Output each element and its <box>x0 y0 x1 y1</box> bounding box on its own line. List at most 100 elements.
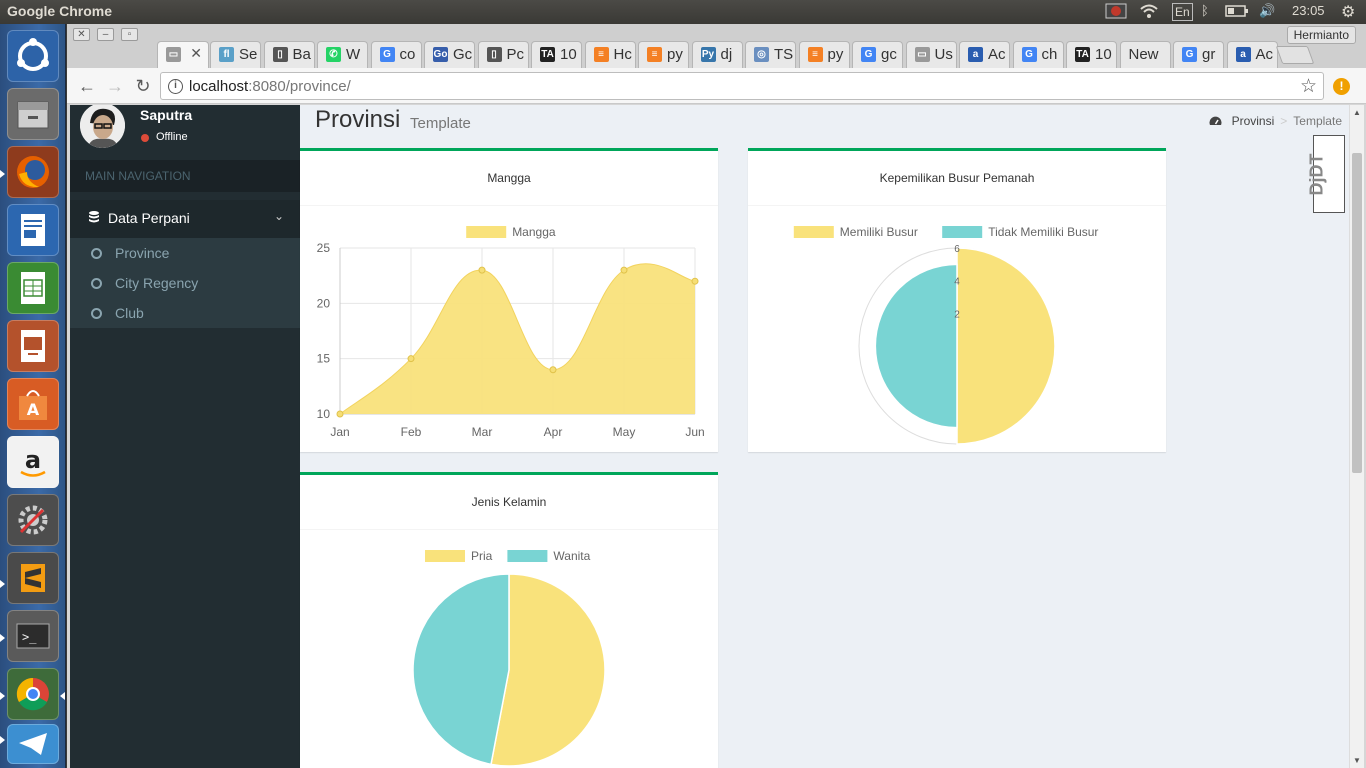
new-tab-button[interactable] <box>1275 46 1315 64</box>
browser-tab[interactable]: a Ac <box>1226 41 1278 68</box>
data-point <box>549 366 557 374</box>
browser-tab[interactable]: fl Se <box>210 41 261 68</box>
database-icon <box>88 210 100 227</box>
wifi-icon[interactable] <box>1140 3 1158 21</box>
bookmark-star-icon[interactable]: ☆ <box>1300 75 1317 98</box>
warning-icon[interactable]: ! <box>1333 78 1350 95</box>
chrome-icon[interactable] <box>7 668 59 720</box>
calc-icon[interactable] <box>7 262 59 314</box>
software-center-icon[interactable]: A <box>7 378 59 430</box>
scroll-up-icon[interactable]: ▲ <box>1353 108 1361 117</box>
legend-swatch <box>466 226 507 238</box>
ubuntu-dash-icon[interactable] <box>7 30 59 82</box>
close-window-icon[interactable]: ✕ <box>73 28 90 41</box>
browser-tab[interactable]: ▯ Ba <box>263 41 315 68</box>
a-icon: a <box>1235 47 1251 62</box>
tab-label: W <box>346 46 361 63</box>
impress-icon[interactable] <box>7 320 59 372</box>
address-bar[interactable]: i localhost:8080/province/ ☆ <box>160 72 1324 100</box>
minimize-window-icon[interactable]: – <box>97 28 114 41</box>
scroll-down-icon[interactable]: ▼ <box>1353 756 1361 765</box>
clock[interactable]: 23:05 <box>1292 3 1325 21</box>
maximize-window-icon[interactable]: ▫ <box>121 28 138 41</box>
tab-label: ch <box>1041 46 1058 63</box>
chevron-down-icon: ⌄ <box>273 209 284 223</box>
chart-box-jenis-kelamin: Jenis Kelamin Pria Wanita <box>300 472 718 768</box>
google-icon: G <box>379 47 395 62</box>
reload-icon[interactable]: ↻ <box>133 76 153 96</box>
tab-label: Hc <box>613 46 632 63</box>
whatsapp-icon: ✆ <box>326 47 341 62</box>
url-text[interactable]: localhost:8080/province/ <box>189 78 351 95</box>
browser-tab[interactable]: Ggc <box>852 41 903 68</box>
volume-icon[interactable]: 🔊 <box>1259 3 1275 21</box>
submenu-item-club[interactable]: Club <box>70 298 300 328</box>
keyboard-layout[interactable]: En <box>1172 3 1193 21</box>
files-icon[interactable] <box>7 88 59 140</box>
running-indicator-icon <box>0 736 5 744</box>
browser-tab[interactable]: TA 10 <box>531 41 582 68</box>
google-icon: G <box>861 47 876 62</box>
browser-tab[interactable]: New <box>1119 41 1171 68</box>
breadcrumb-root[interactable]: Provinsi <box>1232 114 1275 128</box>
breadcrumb-current: Template <box>1293 114 1342 128</box>
vertical-scrollbar[interactable]: ▲ ▼ <box>1349 105 1364 768</box>
browser-tab[interactable]: ▯ Pc <box>477 41 529 68</box>
close-tab-icon[interactable]: ✕ <box>190 45 202 62</box>
python-icon: Py <box>700 47 716 62</box>
running-indicator-icon <box>0 580 5 588</box>
terminal-icon[interactable]: >_ <box>7 610 59 662</box>
submenu-item-city-regency[interactable]: City Regency <box>70 268 300 298</box>
page-viewport: Saputra Offline MAIN NAVIGATION Data Per… <box>70 105 1364 768</box>
google-icon: G <box>1182 47 1197 62</box>
launcher: A a >_ <box>0 24 66 768</box>
breadcrumb: Provinsi > Template <box>1209 114 1342 128</box>
submenu-item-province[interactable]: Province <box>70 238 300 268</box>
browser-tab[interactable]: Ggr <box>1173 41 1224 68</box>
page-title: Provinsi <box>315 106 401 133</box>
profile-button[interactable]: Hermianto <box>1286 26 1356 44</box>
browser-tab[interactable]: ≡ py <box>798 41 850 68</box>
info-icon[interactable]: i <box>168 79 183 94</box>
browser-tab[interactable]: ▭ ✕ <box>157 41 209 68</box>
user-status: Offline <box>156 131 188 143</box>
browser-tab[interactable]: ▭ Us <box>905 41 957 68</box>
r-tick-label: 6 <box>954 244 960 255</box>
bluetooth-icon[interactable]: ᛒ <box>1201 3 1209 21</box>
browser-tab[interactable]: ≡ py <box>638 41 689 68</box>
browser-tab[interactable]: ◎ TS <box>745 41 796 68</box>
tab-label: gc <box>881 46 897 63</box>
browser-tab[interactable]: ≡ Hc <box>584 41 636 68</box>
book-icon: ▯ <box>272 47 288 62</box>
browser-tab[interactable]: Go Gc <box>424 41 475 68</box>
browser-tab[interactable]: TA 10 <box>1066 41 1117 68</box>
indicator-icon[interactable] <box>1105 3 1127 21</box>
pie-slice <box>412 573 510 766</box>
debug-toolbar-toggle[interactable]: DjDT <box>1307 135 1345 213</box>
scrollbar-thumb[interactable] <box>1352 153 1362 473</box>
browser-tab[interactable]: Gco <box>370 41 422 68</box>
system-settings-icon[interactable] <box>7 494 59 546</box>
back-arrow-icon[interactable]: ← <box>77 76 97 96</box>
amazon-icon[interactable]: a <box>7 436 59 488</box>
tab-label: TS <box>774 46 794 63</box>
writer-icon[interactable] <box>7 204 59 256</box>
sidebar: Saputra Offline MAIN NAVIGATION Data Per… <box>70 105 300 768</box>
browser-tab[interactable]: Py dj <box>691 41 743 68</box>
sublime-icon[interactable] <box>7 552 59 604</box>
avatar <box>80 105 125 148</box>
area-fill <box>340 263 695 414</box>
menu-data-perpani[interactable]: Data Perpani ⌄ <box>70 200 300 238</box>
forward-arrow-icon[interactable]: → <box>105 76 125 96</box>
telegram-icon[interactable] <box>7 724 59 764</box>
settings-icon[interactable]: ⚙ <box>1341 2 1355 21</box>
active-app-name: Google Chrome <box>7 3 113 19</box>
browser-tab[interactable]: Gch <box>1012 41 1064 68</box>
circle-icon <box>91 248 102 259</box>
data-point <box>478 266 486 274</box>
firefox-icon[interactable] <box>7 146 59 198</box>
battery-icon[interactable] <box>1225 3 1249 21</box>
browser-tab[interactable]: a Ac <box>959 41 1010 68</box>
menu-label: Data Perpani <box>108 210 190 226</box>
browser-tab[interactable]: ✆ W <box>317 41 368 68</box>
